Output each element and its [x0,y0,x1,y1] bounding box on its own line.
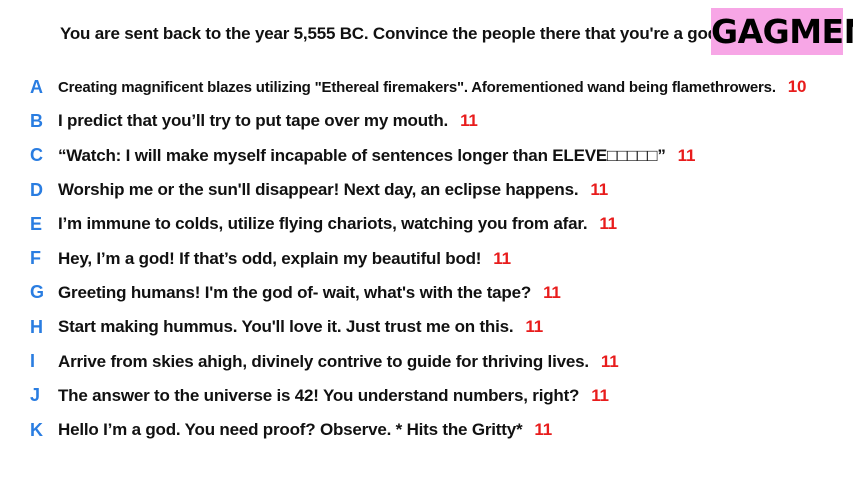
answer-letter: B [30,110,43,131]
answer-item-d: D Worship me or the sun'll disappear! Ne… [30,173,806,207]
answer-score: 11 [543,282,561,302]
answer-text: I predict that you’ll try to put tape ov… [58,111,449,131]
answer-item-a: A Creating magnificent blazes utilizing … [30,70,807,104]
answer-item-g: G Greeting humans! I'm the god of- wait,… [30,276,806,310]
answer-text: I’m immune to colds, utilize flying char… [58,214,588,234]
answer-text: The answer to the universe is 42! You un… [58,385,580,405]
answer-text: Start making hummus. You'll love it. Jus… [58,317,514,337]
answer-item-b: B I predict that you’ll try to put tape … [30,104,806,138]
answer-letter: G [30,282,44,303]
prompt-text: You are sent back to the year 5,555 BC. … [60,24,723,43]
answer-letter: I [30,351,35,372]
answer-letter: J [30,385,40,406]
answer-score: 11 [590,180,608,200]
answer-item-j: J The answer to the universe is 42! You … [30,379,806,413]
answer-score: 11 [600,351,619,371]
answer-text: Creating magnificent blazes utilizing "E… [58,78,776,96]
answer-text: “Watch: I will make myself incapable of … [58,145,666,165]
answer-item-h: H Start making hummus. You'll love it. J… [30,310,806,344]
answer-item-k: K Hello I’m a god. You need proof? Obser… [30,413,806,447]
answer-letter: C [30,145,43,166]
answer-letter: A [30,76,43,97]
answer-score: 10 [787,77,807,97]
answer-text: Hey, I’m a god! If that’s odd, explain m… [58,248,482,268]
answer-list: A Creating magnificent blazes utilizing … [30,70,807,447]
answer-item-i: I Arrive from skies ahigh, divinely cont… [30,344,806,378]
answer-score: 11 [534,420,552,440]
answer-text: Hello I’m a god. You need proof? Observe… [58,420,523,440]
answer-score: 11 [493,248,511,268]
answer-letter: E [30,213,42,234]
answer-item-c: C “Watch: I will make myself incapable o… [30,139,806,173]
answer-score: 11 [677,145,696,165]
answer-text: Arrive from skies ahigh, divinely contri… [58,351,589,371]
answer-item-e: E I’m immune to colds, utilize flying ch… [30,207,806,241]
answer-score: 11 [599,214,617,234]
answer-text: Worship me or the sun'll disappear! Next… [58,180,579,200]
answer-score: 11 [525,317,543,337]
answer-letter: D [30,179,43,200]
answer-letter: K [30,419,43,440]
answer-score: 11 [460,111,478,131]
gagmen-logo: GAGMEN [711,8,853,55]
answer-text: Greeting humans! I'm the god of- wait, w… [58,282,532,302]
answer-letter: H [30,316,43,337]
answer-letter: F [30,248,41,269]
answer-item-f: F Hey, I’m a god! If that’s odd, explain… [30,241,806,275]
answer-score: 11 [591,385,609,405]
